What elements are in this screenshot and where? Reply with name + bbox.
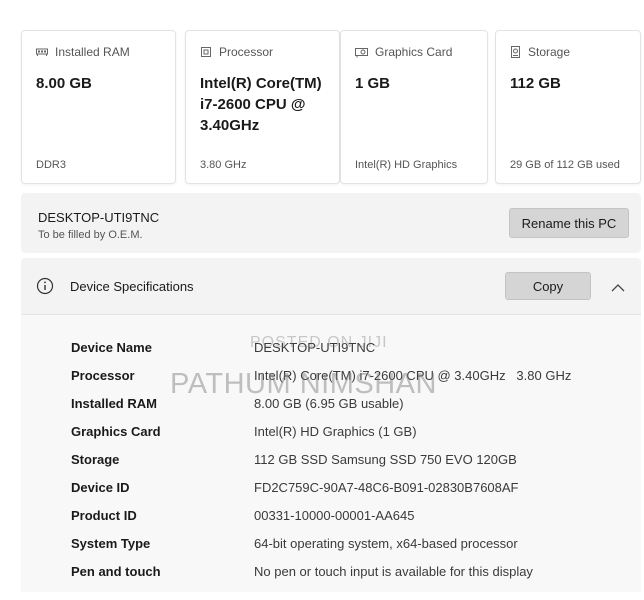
spec-row-processor: Processor Intel(R) Core(TM) i7-2600 CPU …	[21, 363, 641, 391]
card-graphics-card: Graphics Card 1 GB Intel(R) HD Graphics	[340, 30, 488, 184]
device-specifications-title: Device Specifications	[70, 279, 194, 294]
hardware-summary-cards: Installed RAM 8.00 GB DDR3 Processor Int…	[21, 30, 641, 186]
processor-icon	[200, 46, 212, 58]
chevron-up-icon[interactable]	[611, 280, 625, 298]
spec-row-storage: Storage 112 GB SSD Samsung SSD 750 EVO 1…	[21, 447, 641, 475]
card-value: 8.00 GB	[36, 75, 92, 92]
spec-value: Intel(R) HD Graphics (1 GB)	[254, 424, 417, 439]
card-installed-ram: Installed RAM 8.00 GB DDR3	[21, 30, 176, 184]
rename-pc-button[interactable]: Rename this PC	[509, 208, 629, 238]
spec-value: DESKTOP-UTI9TNC	[254, 340, 376, 355]
pc-manufacturer-note: To be filled by O.E.M.	[38, 229, 143, 241]
storage-icon	[510, 46, 521, 58]
device-specifications-list: Device Name DESKTOP-UTI9TNC Processor In…	[21, 314, 641, 592]
card-processor: Processor Intel(R) Core(TM) i7-2600 CPU …	[185, 30, 340, 184]
card-value: Intel(R) Core(TM) i7-2600 CPU @ 3.40GHz	[200, 75, 322, 134]
card-storage: Storage 112 GB 29 GB of 112 GB used	[495, 30, 641, 184]
ram-icon	[36, 47, 48, 57]
spec-label: Installed RAM	[71, 396, 157, 411]
spec-value: Intel(R) Core(TM) i7-2600 CPU @ 3.40GHz …	[254, 368, 572, 383]
card-subtext: DDR3	[36, 159, 66, 171]
spec-value: No pen or touch input is available for t…	[254, 564, 533, 579]
spec-label: Graphics Card	[71, 424, 161, 439]
spec-row-pen-and-touch: Pen and touch No pen or touch input is a…	[21, 559, 641, 587]
spec-row-installed-ram: Installed RAM 8.00 GB (6.95 GB usable)	[21, 391, 641, 419]
spec-row-system-type: System Type 64-bit operating system, x64…	[21, 531, 641, 559]
spec-row-device-name: Device Name DESKTOP-UTI9TNC	[21, 335, 641, 363]
spec-row-graphics-card: Graphics Card Intel(R) HD Graphics (1 GB…	[21, 419, 641, 447]
card-title: Installed RAM	[55, 45, 130, 59]
pc-name: DESKTOP-UTI9TNC	[38, 210, 160, 225]
spec-row-product-id: Product ID 00331-10000-00001-AA645	[21, 503, 641, 531]
spec-label: Processor	[71, 368, 135, 383]
spec-label: Product ID	[71, 508, 137, 523]
spec-value: 64-bit operating system, x64-based proce…	[254, 536, 518, 551]
device-specifications-header[interactable]: Device Specifications Copy	[21, 258, 641, 314]
card-subtext: Intel(R) HD Graphics	[355, 159, 458, 171]
spec-label: Pen and touch	[71, 564, 161, 579]
card-value: 112 GB	[510, 75, 561, 92]
spec-value: 00331-10000-00001-AA645	[254, 508, 415, 523]
spec-value: FD2C759C-90A7-48C6-B091-02830B7608AF	[254, 480, 519, 495]
copy-button[interactable]: Copy	[505, 272, 591, 300]
spec-label: Storage	[71, 452, 120, 467]
card-title: Graphics Card	[375, 45, 453, 59]
graphics-card-icon	[355, 47, 368, 58]
spec-row-device-id: Device ID FD2C759C-90A7-48C6-B091-02830B…	[21, 475, 641, 503]
spec-value: 8.00 GB (6.95 GB usable)	[254, 396, 404, 411]
pc-name-row: DESKTOP-UTI9TNC To be filled by O.E.M. R…	[21, 193, 641, 253]
spec-label: System Type	[71, 536, 151, 551]
spec-value: 112 GB SSD Samsung SSD 750 EVO 120GB	[254, 452, 517, 467]
card-title: Storage	[528, 45, 571, 59]
card-subtext: 3.80 GHz	[200, 159, 247, 171]
spec-label: Device Name	[71, 340, 152, 355]
card-title: Processor	[219, 45, 274, 59]
card-subtext: 29 GB of 112 GB used	[510, 159, 620, 171]
spec-label: Device ID	[71, 480, 130, 495]
card-value: 1 GB	[355, 75, 391, 92]
info-icon	[36, 277, 54, 300]
